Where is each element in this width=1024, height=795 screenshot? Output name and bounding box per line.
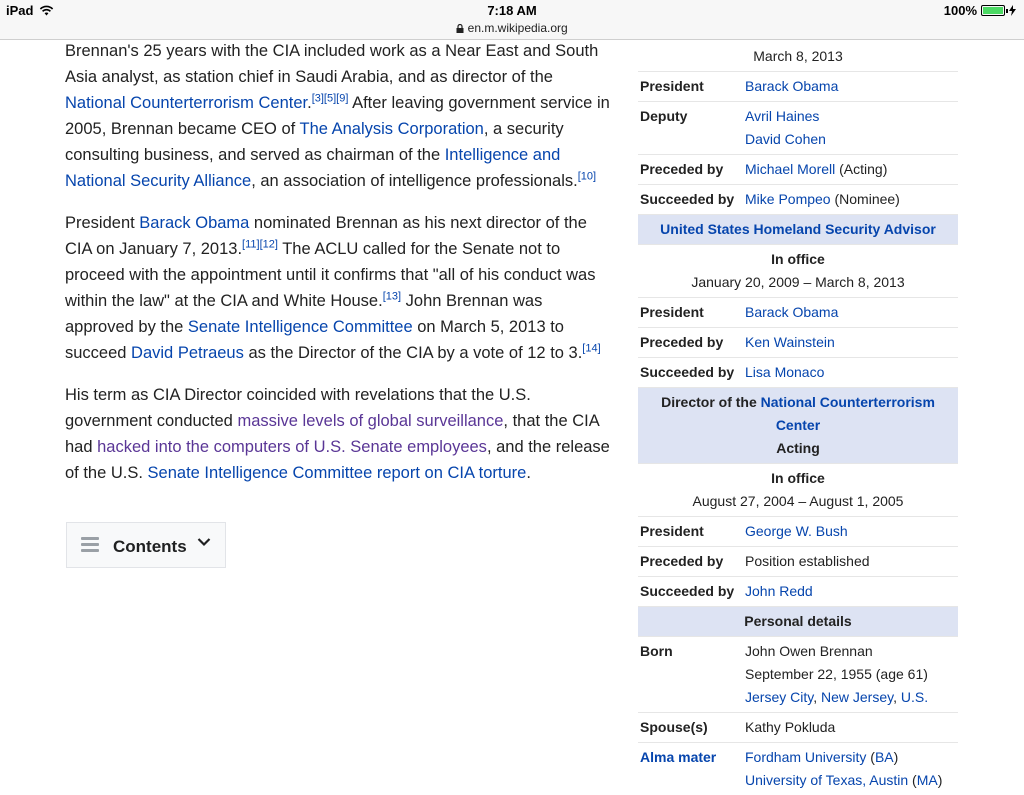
nctc-in-office: In office (771, 470, 825, 486)
row-label: Succeeded by (640, 364, 735, 380)
cia-deputy-row: Deputy Avril Haines David Cohen (638, 102, 958, 155)
link-obama[interactable]: Barack Obama (745, 304, 838, 320)
link-us[interactable]: U.S. (901, 689, 928, 705)
paragraph-term: His term as CIA Director coincided with … (65, 382, 610, 486)
hsa-succeeded-row: Succeeded by Lisa Monaco (638, 358, 958, 388)
link-ma[interactable]: MA (917, 772, 938, 788)
link-obama[interactable]: Barack Obama (745, 78, 838, 94)
row-label: Succeeded by (640, 583, 735, 599)
hsa-president-row: President Barack Obama (638, 298, 958, 328)
hsa-dates: January 20, 2009 – March 8, 2013 (638, 271, 958, 298)
born-row: Born John Owen Brennan September 22, 195… (638, 637, 958, 713)
cia-preceded-row: Preceded by Michael Morell (Acting) (638, 155, 958, 185)
row-label: Born (640, 643, 673, 659)
chevron-down-icon (197, 538, 211, 547)
link-nctc[interactable]: National Counterterrorism Center (65, 94, 307, 112)
status-bar: iPad 7:18 AM 100% en.m.wikipedia.org (0, 0, 1024, 40)
note: (Nominee) (830, 191, 900, 207)
hsa-in-office: In office (771, 251, 825, 267)
row-label: Preceded by (640, 161, 724, 177)
spouse-name: Kathy Pokluda (745, 719, 836, 735)
acting-label: Acting (776, 440, 820, 456)
link-john-redd[interactable]: John Redd (745, 583, 813, 599)
text: . (526, 464, 531, 482)
url-text: en.m.wikipedia.org (467, 21, 568, 35)
link-ba[interactable]: BA (875, 749, 894, 765)
link-david-cohen[interactable]: David Cohen (745, 131, 826, 147)
link-lisa-monaco[interactable]: Lisa Monaco (745, 364, 824, 380)
contents-label: Contents (113, 537, 187, 556)
nctc-president-row: President George W. Bush (638, 517, 958, 547)
ref-10[interactable]: [10] (578, 171, 596, 183)
link-michael-morell[interactable]: Michael Morell (745, 161, 835, 177)
hamburger-icon (81, 537, 99, 553)
row-label: Preceded by (640, 334, 724, 350)
note: (Acting) (835, 161, 888, 177)
row-label: President (640, 523, 704, 539)
row-label: Succeeded by (640, 191, 735, 207)
hsa-header: United States Homeland Security Advisor (638, 215, 958, 245)
contents-toggle[interactable]: Contents (66, 522, 226, 568)
link-jersey-city[interactable]: Jersey City (745, 689, 813, 705)
paragraph-nomination: President Barack Obama nominated Brennan… (65, 210, 610, 366)
row-label: President (640, 304, 704, 320)
link-mike-pompeo[interactable]: Mike Pompeo (745, 191, 831, 207)
lock-icon (456, 23, 464, 33)
hsa-preceded-row: Preceded by Ken Wainstein (638, 328, 958, 358)
link-nctc-infobox[interactable]: National Counterterrorism Center (761, 394, 935, 433)
link-ken-wainstein[interactable]: Ken Wainstein (745, 334, 835, 350)
spouse-row: Spouse(s) Kathy Pokluda (638, 713, 958, 743)
header-prefix: Director of the (661, 394, 761, 410)
link-new-jersey[interactable]: New Jersey (821, 689, 893, 705)
cia-president-row: President Barack Obama (638, 72, 958, 102)
link-ut-austin[interactable]: University of Texas, Austin (745, 772, 908, 788)
link-torture-report[interactable]: Senate Intelligence Committee report on … (148, 464, 527, 482)
ref-14[interactable]: [14] (582, 343, 600, 355)
text: , an association of intelligence profess… (251, 172, 578, 190)
row-label: Preceded by (640, 553, 724, 569)
ref-13[interactable]: [13] (383, 291, 401, 303)
text: President (65, 214, 140, 232)
link-avril-haines[interactable]: Avril Haines (745, 108, 819, 124)
address-bar[interactable]: en.m.wikipedia.org (0, 21, 1024, 35)
born-name: John Owen Brennan (745, 643, 873, 659)
row-label: Deputy (640, 108, 688, 124)
row-label: President (640, 78, 704, 94)
battery-percent: 100% (943, 3, 977, 18)
ref-11-12[interactable]: [11][12] (242, 239, 278, 251)
link-fordham[interactable]: Fordham University (745, 749, 866, 765)
battery-icon (981, 5, 1008, 16)
nctc-preceded-row: Preceded by Position established (638, 547, 958, 577)
infobox: March 8, 2013 President Barack Obama Dep… (638, 41, 958, 795)
link-david-petraeus[interactable]: David Petraeus (131, 344, 244, 362)
paragraph-career: Brennan's 25 years with the CIA included… (65, 42, 610, 190)
link-senate-intel-committee[interactable]: Senate Intelligence Committee (188, 318, 413, 336)
nctc-header: Director of the National Counterterroris… (638, 388, 958, 464)
link-barack-obama[interactable]: Barack Obama (139, 214, 249, 232)
article-body: Brennan's 25 years with the CIA included… (65, 38, 610, 502)
nctc-succeeded-row: Succeeded by John Redd (638, 577, 958, 607)
status-time: 7:18 AM (487, 3, 537, 18)
position-established: Position established (745, 553, 870, 569)
text: as the Director of the CIA by a vote of … (243, 344, 583, 362)
personal-header: Personal details (638, 607, 958, 637)
nctc-dates: August 27, 2004 – August 1, 2005 (638, 490, 958, 517)
link-homeland-security-advisor[interactable]: United States Homeland Security Advisor (660, 221, 936, 237)
link-global-surveillance[interactable]: massive levels of global surveillance (237, 412, 503, 430)
link-alma-mater[interactable]: Alma mater (640, 749, 716, 765)
cia-term-end: March 8, 2013 (638, 41, 958, 72)
cia-succeeded-row: Succeeded by Mike Pompeo (Nominee) (638, 185, 958, 215)
charging-bolt-icon (1009, 5, 1016, 16)
text: Brennan's 25 years with the CIA included… (65, 42, 599, 86)
link-senate-hacking[interactable]: hacked into the computers of U.S. Senate… (97, 438, 487, 456)
link-george-w-bush[interactable]: George W. Bush (745, 523, 848, 539)
link-analysis-corporation[interactable]: The Analysis Corporation (300, 120, 484, 138)
born-date: September 22, 1955 (age 61) (745, 666, 928, 682)
alma-mater-row: Alma mater Fordham University (BA) Unive… (640, 749, 943, 788)
ref-3-5-9[interactable]: [3][5][9] (312, 93, 349, 105)
row-label: Spouse(s) (640, 719, 708, 735)
status-right: 100% (944, 3, 1016, 18)
